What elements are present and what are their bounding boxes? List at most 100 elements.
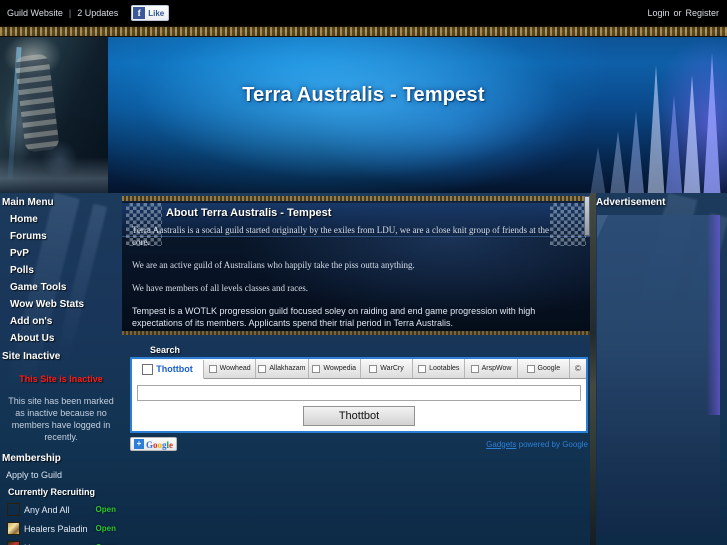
status-badge: Open (95, 524, 116, 533)
list-item[interactable]: Any And All Open (0, 500, 122, 519)
site-banner: Terra Australis - Tempest (0, 26, 727, 193)
sidebar-item-polls[interactable]: Polls (0, 262, 122, 279)
right-advertisement-column: Advertisement (590, 193, 727, 545)
about-paragraph: We have members of all levels classes an… (132, 283, 308, 293)
search-source-tabs: Thottbot Wowhead Allakhazam Wowpedia War… (132, 359, 586, 379)
search-label: Search (150, 345, 181, 355)
google-wordmark: Google (146, 440, 174, 450)
page-root: Guild Website | 2 Updates f Like Login o… (0, 0, 727, 545)
checkbox-icon[interactable] (258, 364, 267, 373)
sidebar-item-forums[interactable]: Forums (0, 228, 122, 245)
status-badge: Open (95, 505, 116, 514)
plus-icon: + (134, 439, 144, 449)
list-item[interactable]: Healers Paladin Open (0, 519, 122, 538)
checkbox-icon[interactable] (470, 364, 479, 373)
hunter-class-icon (7, 541, 20, 545)
center-column: About Terra Australis - Tempest Terra Au… (122, 196, 590, 545)
sidebar-item-wow-web-stats[interactable]: Wow Web Stats (0, 296, 122, 313)
site-inactive-description: This site has been marked as inactive be… (8, 396, 114, 442)
sidebar-item-game-tools[interactable]: Game Tools (0, 279, 122, 296)
any-icon (7, 503, 20, 516)
tab-wowpedia[interactable]: Wowpedia (308, 359, 361, 378)
currently-recruiting-heading: Currently Recruiting (8, 487, 96, 497)
about-paragraph: Tempest is a WOTLK progression guild foc… (132, 306, 536, 328)
powered-by-google-text: powered by Google (516, 439, 588, 449)
tab-label: Wowhead (219, 365, 251, 372)
sidebar-item-about-us[interactable]: About Us (0, 330, 122, 347)
recruit-class-name: Any And All (24, 504, 70, 515)
checkbox-icon[interactable] (312, 364, 321, 373)
paladin-class-icon (7, 522, 20, 535)
tab-label: ArspWow (481, 365, 512, 372)
search-gadget-wrapper: Search Thottbot Wowhead Allakhazam Wowpe… (130, 345, 588, 452)
column-rail-ornament (590, 193, 596, 545)
tab-thottbot[interactable]: Thottbot (132, 360, 204, 379)
tab-allakhazam[interactable]: Allakhazam (256, 359, 309, 378)
checkbox-icon[interactable] (418, 364, 427, 373)
tab-google[interactable]: Google (517, 359, 570, 378)
tab-arspwow[interactable]: ArspWow (465, 359, 518, 378)
facebook-like-button[interactable]: f Like (131, 5, 170, 21)
login-link[interactable]: Login (647, 8, 669, 18)
site-inactive-heading: Site Inactive (2, 351, 61, 362)
ice-spike (589, 147, 607, 193)
search-input-row (132, 379, 586, 404)
sidebar-item-home[interactable]: Home (0, 211, 122, 228)
about-paragraph: We are an active guild of Australians wh… (132, 260, 415, 270)
ice-spike (665, 95, 683, 193)
about-paragraph: Terra Australis is a social guild starte… (132, 225, 550, 247)
search-gadget-footer: + Google Gadgets powered by Google (130, 436, 588, 452)
gadgets-link[interactable]: Gadgets (486, 440, 516, 449)
about-panel: About Terra Australis - Tempest Terra Au… (122, 196, 590, 335)
artwork-base-decoration (0, 157, 108, 193)
tab-warcry[interactable]: WarCry (360, 359, 414, 378)
top-bar-separator: | (68, 8, 72, 18)
sidebar-item-pvp[interactable]: PvP (0, 245, 122, 262)
tab-lootables[interactable]: Lootables (413, 359, 466, 378)
main-menu-heading: Main Menu (2, 197, 54, 208)
apply-to-guild-link[interactable]: Apply to Guild (0, 467, 122, 483)
checkbox-icon[interactable] (369, 364, 378, 373)
ice-edge-decoration (706, 215, 720, 415)
updates-link[interactable]: 2 Updates (77, 8, 118, 18)
tab-label: Allakhazam (269, 365, 306, 372)
search-gadget: Thottbot Wowhead Allakhazam Wowpedia War… (130, 357, 588, 433)
advertisement-slot[interactable] (597, 215, 720, 535)
site-inactive-alert: This Site is Inactive (19, 374, 103, 384)
ice-spike (627, 111, 645, 193)
checkbox-icon[interactable] (142, 363, 154, 375)
ice-spike (703, 53, 721, 193)
tab-label: Google (537, 365, 561, 372)
advertisement-label: Advertisement (596, 197, 666, 208)
panel-top-ornament (122, 196, 590, 202)
about-panel-title: About Terra Australis - Tempest (166, 207, 332, 219)
guild-website-link[interactable]: Guild Website (7, 8, 63, 18)
page-title: Terra Australis - Tempest (242, 84, 485, 106)
recruit-class-name: Healers Paladin (24, 523, 88, 534)
search-input[interactable] (137, 385, 581, 401)
tab-overflow-button[interactable]: © (569, 359, 586, 378)
facebook-like-label: Like (148, 8, 165, 18)
list-item[interactable]: Hunter Open (0, 538, 122, 545)
gadget-credit: Gadgets powered by Google (486, 440, 588, 449)
ice-spike (609, 131, 627, 193)
about-panel-body: Terra Australis is a social guild starte… (132, 224, 550, 335)
search-submit-row: Thottbot (132, 404, 586, 431)
checkbox-icon[interactable] (526, 364, 535, 373)
tab-label: Thottbot (156, 364, 193, 374)
ice-crystal-artwork (537, 37, 727, 193)
tab-wowhead[interactable]: Wowhead (204, 359, 257, 378)
tab-label: Wowpedia (323, 365, 356, 372)
search-submit-button[interactable]: Thottbot (303, 406, 415, 426)
login-register-conjunction: or (673, 8, 682, 18)
checkbox-icon[interactable] (208, 364, 217, 373)
sidebar-item-add-ons[interactable]: Add on's (0, 313, 122, 330)
content-scrollbar[interactable] (584, 196, 590, 236)
facebook-icon: f (133, 7, 146, 19)
lich-king-artwork (0, 37, 108, 193)
top-bar-left-group: Guild Website | 2 Updates f Like (7, 0, 170, 26)
add-to-google-button[interactable]: + Google (130, 437, 178, 451)
tab-label: Lootables (429, 365, 460, 372)
corner-ornament-right-icon (550, 203, 586, 246)
register-link[interactable]: Register (685, 8, 719, 18)
